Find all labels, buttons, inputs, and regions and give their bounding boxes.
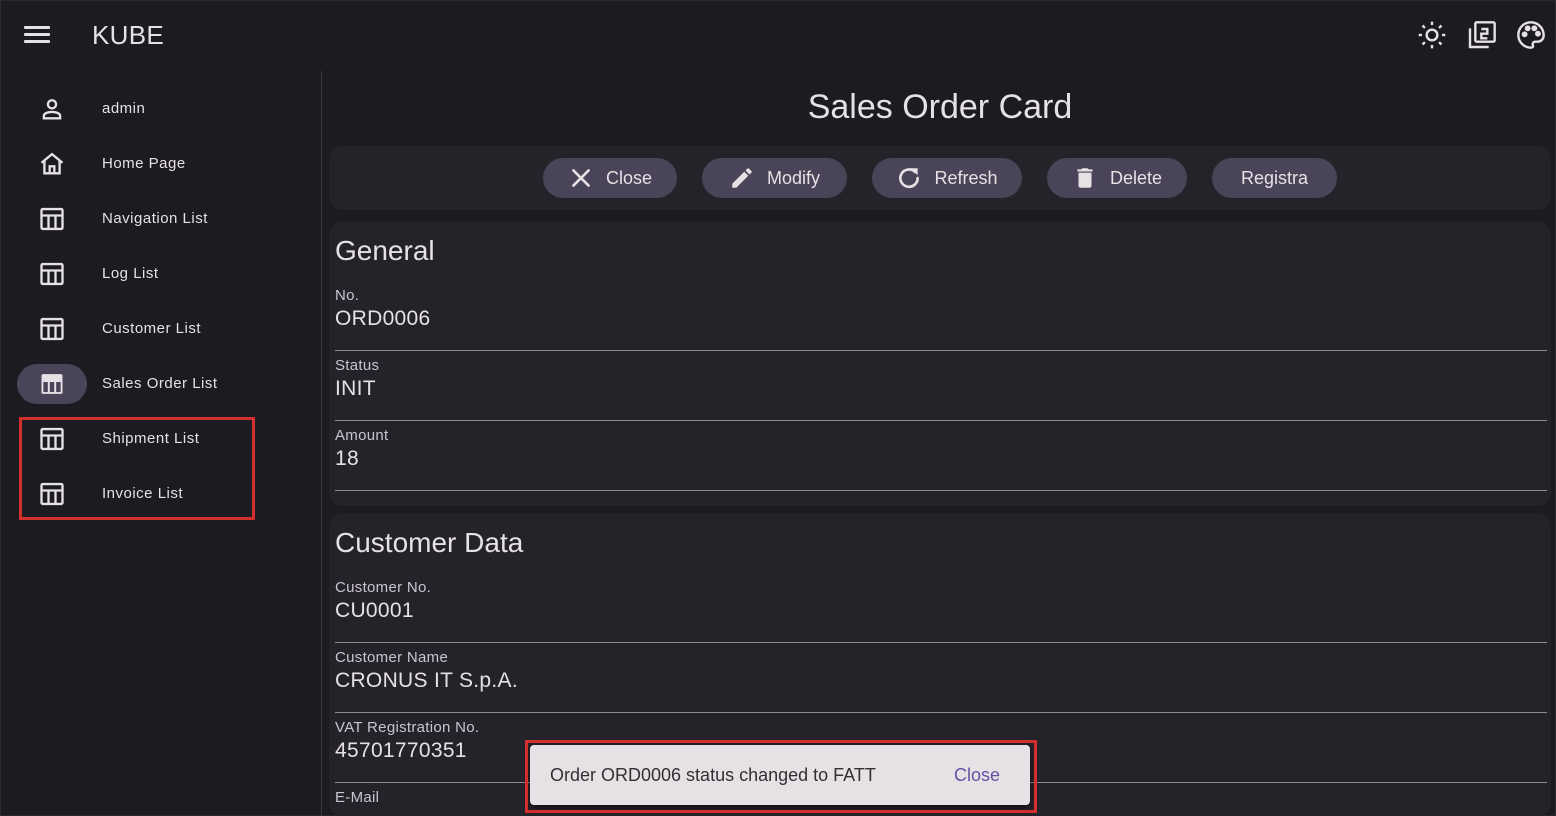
- field-value: INIT: [335, 377, 376, 400]
- field-label: E-Mail: [335, 789, 380, 806]
- close-icon: [572, 169, 590, 187]
- registra-button[interactable]: Registra: [1212, 158, 1337, 198]
- filter-2-icon[interactable]: [1466, 19, 1498, 51]
- field-value: CRONUS IT S.p.A.: [335, 669, 518, 692]
- top-app-bar: KUBE: [1, 1, 1556, 71]
- status-field: Status INIT: [335, 351, 1547, 421]
- refresh-button-label: Refresh: [934, 167, 998, 188]
- action-toolbar: Close Modify Refresh Delete Registra: [329, 146, 1551, 210]
- menu-icon[interactable]: [21, 22, 53, 50]
- general-section-title: General: [335, 235, 435, 266]
- field-value: ORD0006: [335, 307, 431, 330]
- sidebar-item-label: Customer List: [102, 320, 202, 337]
- customer-section-title: Customer Data: [335, 527, 524, 558]
- sidebar-item-label: Shipment List: [102, 430, 200, 447]
- page-title: Sales Order Card: [807, 88, 1073, 126]
- app-window: KUBE admin Home Page Navigation List Log…: [0, 0, 1556, 816]
- modify-button[interactable]: Modify: [702, 158, 847, 198]
- field-label: Customer Name: [335, 649, 449, 666]
- sidebar-item-label: Home Page: [102, 155, 186, 172]
- close-button-label: Close: [605, 167, 653, 188]
- customer-name-field: Customer Name CRONUS IT S.p.A.: [335, 643, 1547, 713]
- snackbar-message: Order ORD0006 status changed to FATT: [550, 765, 876, 785]
- refresh-icon: [899, 168, 920, 189]
- table-icon: [17, 309, 87, 349]
- navigation-drawer: admin Home Page Navigation List Log List…: [1, 71, 322, 816]
- person-icon: [17, 89, 87, 129]
- delete-button[interactable]: Delete: [1047, 158, 1187, 198]
- amount-field: Amount 18: [335, 421, 1547, 491]
- snackbar-close-button[interactable]: Close: [954, 765, 1000, 786]
- sidebar-item-shipment-list[interactable]: Shipment List: [17, 419, 307, 459]
- table-icon: [17, 254, 87, 294]
- field-value: CU0001: [335, 599, 414, 622]
- sidebar-item-label: Navigation List: [102, 210, 208, 227]
- sidebar-item-label: admin: [102, 100, 146, 117]
- field-label: No.: [335, 287, 360, 304]
- sidebar-item-admin[interactable]: admin: [17, 89, 307, 129]
- refresh-button[interactable]: Refresh: [872, 158, 1022, 198]
- edit-icon: [732, 168, 752, 188]
- sidebar-item-invoice-list[interactable]: Invoice List: [17, 474, 307, 514]
- palette-icon[interactable]: [1515, 19, 1547, 51]
- table-icon: [17, 199, 87, 239]
- modify-button-label: Modify: [766, 167, 820, 188]
- field-label: Status: [335, 357, 380, 374]
- table-icon: [17, 419, 87, 459]
- sidebar-item-label: Invoice List: [102, 485, 184, 502]
- field-label: Amount: [335, 427, 389, 444]
- table-icon: [17, 364, 87, 404]
- field-value: 45701770351: [335, 739, 467, 762]
- customer-no-field: Customer No. CU0001: [335, 573, 1547, 643]
- sidebar-item-home-page[interactable]: Home Page: [17, 144, 307, 184]
- snackbar: Order ORD0006 status changed to FATT Clo…: [530, 745, 1030, 805]
- close-button[interactable]: Close: [543, 158, 677, 198]
- field-label: VAT Registration No.: [335, 719, 480, 736]
- sidebar-item-label: Log List: [102, 265, 159, 282]
- sidebar-item-customer-list[interactable]: Customer List: [17, 309, 307, 349]
- table-icon: [17, 474, 87, 514]
- delete-icon: [1077, 168, 1093, 188]
- brightness-icon[interactable]: [1416, 19, 1448, 51]
- sidebar-item-sales-order-list[interactable]: Sales Order List: [17, 364, 307, 404]
- general-card: General No. ORD0006 Status INIT Amount 1…: [329, 221, 1551, 506]
- field-value: 18: [335, 447, 359, 470]
- app-title: KUBE: [92, 20, 165, 50]
- sidebar-item-log-list[interactable]: Log List: [17, 254, 307, 294]
- sidebar-item-label: Sales Order List: [102, 375, 218, 392]
- registra-button-label: Registra: [1240, 167, 1309, 188]
- no-field: No. ORD0006: [335, 281, 1547, 351]
- sidebar-item-navigation-list[interactable]: Navigation List: [17, 199, 307, 239]
- delete-button-label: Delete: [1109, 167, 1163, 188]
- field-label: Customer No.: [335, 579, 432, 596]
- home-icon: [17, 144, 87, 184]
- main-content: Sales Order Card Close Modify Refresh De…: [323, 71, 1556, 816]
